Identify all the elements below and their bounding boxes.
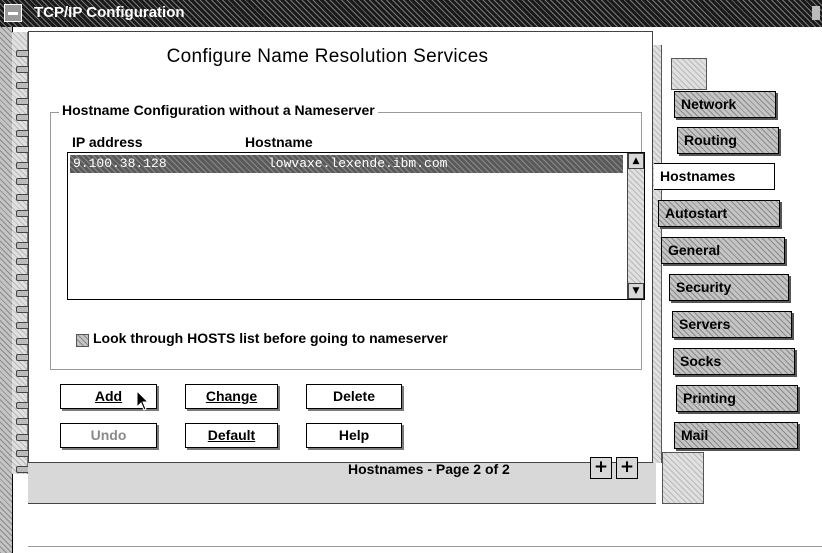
add-button-label: Add [94,388,123,404]
tab-hostnames[interactable]: Hostnames [654,163,775,190]
undo-button[interactable]: Undo [60,423,157,448]
hostname-list[interactable]: 9.100.38.128 lowvaxe.lexende.ibm.com ▲ ▼ [67,152,645,300]
next-page-button[interactable]: + [616,457,638,479]
help-button[interactable]: Help [306,423,402,448]
row-hostname: lowvaxe.lexende.ibm.com [268,156,448,171]
tab-printing[interactable]: Printing [676,385,798,412]
tab-network[interactable]: Network [674,91,776,118]
tab-routing[interactable]: Routing [677,127,779,154]
divider [28,546,822,547]
tab-general[interactable]: General [661,237,785,264]
system-menu-icon[interactable] [4,4,22,22]
table-row[interactable]: 9.100.38.128 lowvaxe.lexende.ibm.com [70,155,623,173]
help-button-label: Help [338,427,370,443]
tab-security[interactable]: Security [669,274,789,301]
title-bar[interactable]: TCP/IP Configuration [0,0,822,27]
change-button-label: Change [205,388,258,404]
window-title: TCP/IP Configuration [34,4,185,21]
notebook-page-edge [28,463,656,504]
change-button[interactable]: Change [185,384,278,409]
tab-area-backing [671,58,707,90]
titlebar-scroll-icon[interactable] [812,6,820,20]
prev-page-button[interactable]: + [590,457,612,479]
list-scrollbar[interactable]: ▲ ▼ [627,153,644,299]
tab-servers[interactable]: Servers [672,311,792,338]
row-ip: 9.100.38.128 [73,156,167,171]
undo-button-label: Undo [90,427,127,443]
default-button-label: Default [207,427,256,443]
mouse-pointer-icon [136,390,150,411]
hosts-checkbox[interactable] [76,334,89,347]
column-header-ip: IP address [72,134,143,150]
hosts-checkbox-label[interactable]: Look through HOSTS list before going to … [93,330,448,346]
delete-button[interactable]: Delete [306,384,402,409]
scroll-up-icon[interactable]: ▲ [628,153,644,169]
page-header: Configure Name Resolution Services [166,46,489,67]
tab-autostart[interactable]: Autostart [658,200,780,227]
page-indicator: Hostnames - Page 2 of 2 [348,461,510,477]
column-header-hostname: Hostname [245,134,313,150]
tab-socks[interactable]: Socks [673,348,795,375]
scroll-down-icon[interactable]: ▼ [628,283,644,299]
tab-area-bottom [662,452,704,504]
tab-mail[interactable]: Mail [674,422,798,449]
group-title: Hostname Configuration without a Nameser… [59,102,378,118]
default-button[interactable]: Default [185,423,278,448]
delete-button-label: Delete [332,388,376,404]
